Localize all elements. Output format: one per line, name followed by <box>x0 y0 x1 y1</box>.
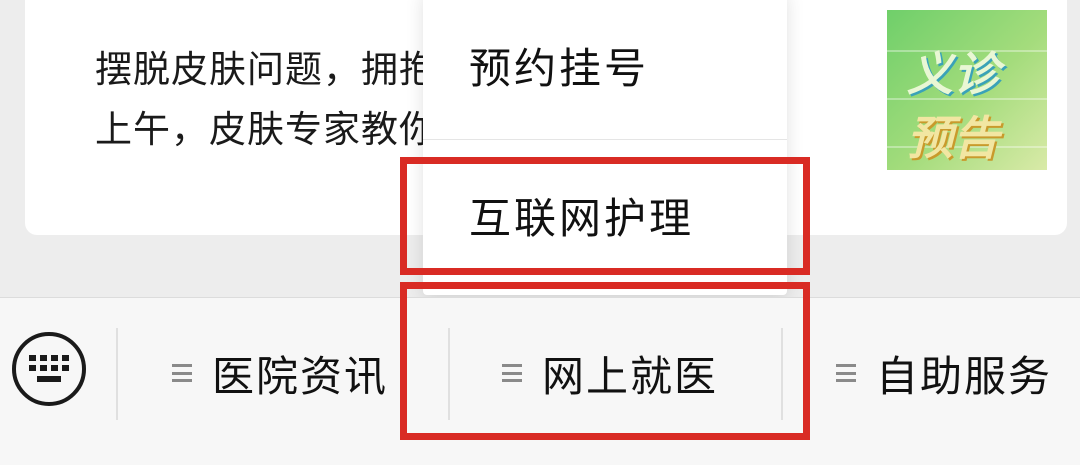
bottom-menu-bar: 医院资讯 网上就医 自助服务 <box>0 297 1080 465</box>
menu-tab-online-medical[interactable]: 网上就医 <box>502 338 718 408</box>
menu-tab-label: 网上就医 <box>542 351 719 401</box>
menu-tab-label: 自助服务 <box>876 351 1053 401</box>
submenu-item-label: 互联网护理 <box>469 193 695 243</box>
article-thumbnail: 义诊 预告 <box>887 10 1047 170</box>
keyboard-toggle-button[interactable] <box>12 332 86 406</box>
keyboard-icon <box>29 355 69 382</box>
menu-separator <box>116 328 118 420</box>
menu-tab-label: 医院资讯 <box>212 351 389 401</box>
menu-list-icon <box>836 364 856 382</box>
thumbnail-text-line-2: 预告 <box>907 111 999 165</box>
submenu-popup: 预约挂号 互联网护理 <box>423 0 787 295</box>
menu-separator <box>448 328 450 420</box>
menu-list-icon <box>172 364 192 382</box>
submenu-item-appointment[interactable]: 预约挂号 <box>423 0 787 140</box>
menu-tab-hospital-news[interactable]: 医院资讯 <box>172 338 388 408</box>
submenu-item-label: 预约挂号 <box>469 43 650 93</box>
menu-list-icon <box>502 364 522 382</box>
submenu-item-internet-nursing[interactable]: 互联网护理 <box>423 140 787 290</box>
thumbnail-text-line-1: 义诊 <box>907 47 999 101</box>
menu-separator <box>781 328 783 420</box>
menu-tab-self-service[interactable]: 自助服务 <box>836 338 1052 408</box>
